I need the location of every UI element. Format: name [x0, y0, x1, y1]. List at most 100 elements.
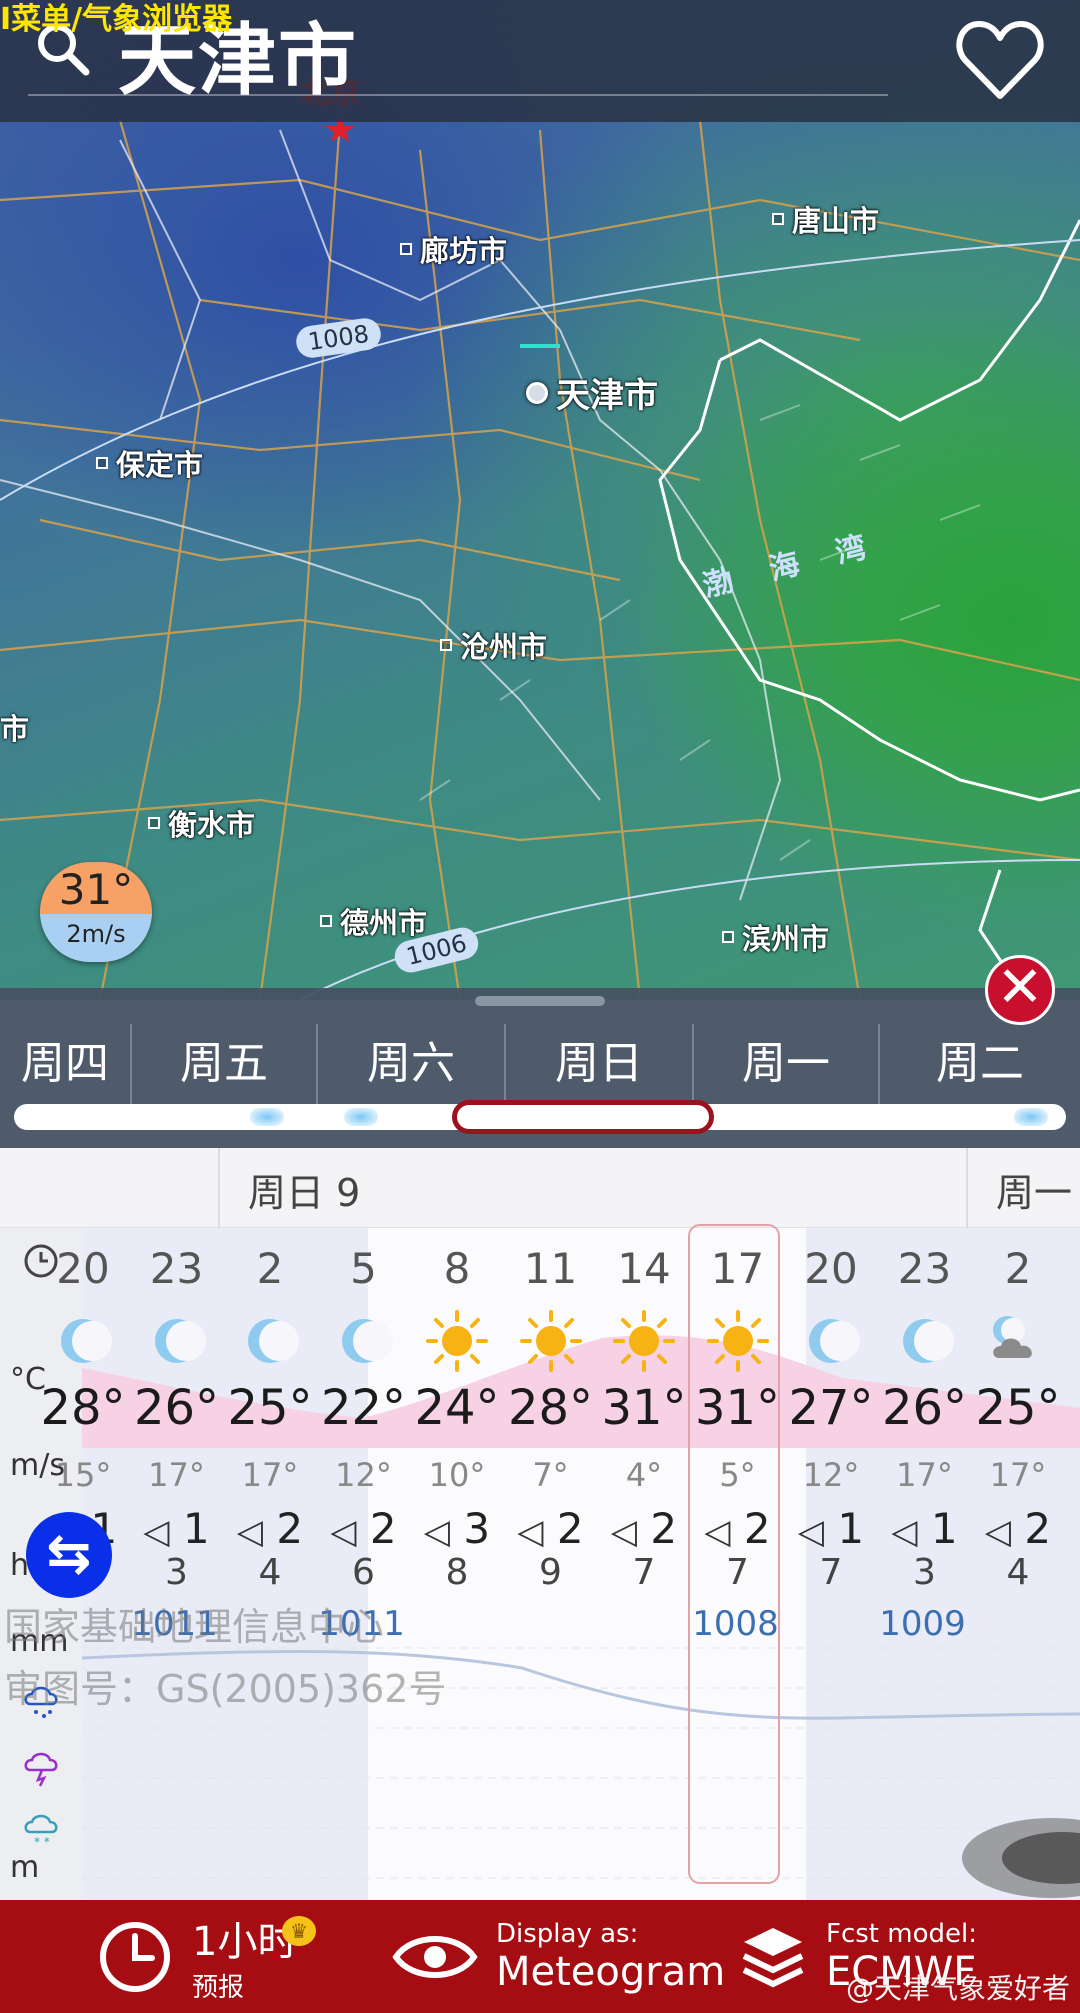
wind-gust-value: 6	[352, 1552, 375, 1593]
temp-bubble[interactable]: 31° 2m/s	[40, 862, 152, 962]
city-dezhou[interactable]: 德州市	[320, 900, 427, 942]
close-button[interactable]: ✕	[985, 955, 1055, 1025]
crown-icon: ♛	[282, 1916, 316, 1946]
hour-label: 23	[897, 1244, 952, 1293]
city-binzhou[interactable]: 滨州市	[722, 916, 829, 958]
day-separator	[218, 1148, 220, 1228]
day-tabs: 周四 周五 周六 周日 周一 周二	[0, 1024, 1080, 1104]
wind-gust-value: 9	[539, 1552, 562, 1593]
sun-icon	[504, 1308, 598, 1378]
wind-speed: ◁ 1	[797, 1504, 865, 1553]
city-hengshui[interactable]: 衡水市	[148, 802, 255, 844]
wind-speed: ◁ 2	[330, 1504, 397, 1553]
city-cangzhou[interactable]: 沧州市	[440, 624, 547, 666]
timeline-scroll-thumb[interactable]	[452, 1100, 714, 1134]
display-as-button[interactable]: Display as: Meteogram	[392, 1900, 725, 2013]
wind-gust-value: 7	[819, 1552, 843, 1593]
moon-icon	[223, 1308, 317, 1378]
city-tangshan[interactable]: 唐山市	[772, 198, 879, 240]
hour-label: 2	[256, 1244, 284, 1293]
location-pin-icon	[526, 381, 548, 404]
wind-gust-value: 3	[913, 1552, 936, 1593]
city-dot-icon	[722, 931, 734, 943]
city-dot-icon	[400, 243, 412, 255]
meteogram-day-header: 周日 9 周一	[0, 1148, 1080, 1228]
city-dot-icon	[772, 213, 784, 225]
city-label: 天津市	[556, 376, 658, 416]
timeline-marker	[344, 1108, 378, 1126]
temperature-value: 28°	[507, 1380, 594, 1436]
sun-icon	[597, 1308, 691, 1378]
wind-gust-value: 7	[632, 1552, 656, 1593]
feels-like-value: 17°	[148, 1456, 205, 1494]
hour-label: 20	[804, 1244, 858, 1293]
precip-grid	[82, 1777, 1080, 1898]
interval-button[interactable]: 1小时 预报	[96, 1900, 297, 2013]
wind-gust-value: 4	[1006, 1552, 1030, 1593]
bottom-toolbar: 1小时 预报 ♛ Display as: Meteogram Fcst mode…	[0, 1900, 1080, 2013]
tab-day[interactable]: 周五	[132, 1024, 318, 1104]
wind-speed: ◁ 2	[517, 1504, 584, 1553]
hour-label: 20	[56, 1244, 110, 1293]
snow-unit-label: m	[10, 1850, 40, 1885]
feels-like-value: 17°	[989, 1456, 1047, 1494]
wind-speed: ◁ 2	[984, 1504, 1052, 1553]
hour-label: 2	[1004, 1244, 1032, 1293]
tab-day[interactable]: 周一	[694, 1024, 880, 1104]
city-dot-icon	[96, 457, 108, 469]
temperature-value: 28°	[40, 1380, 126, 1436]
temperature-value: 31°	[601, 1380, 687, 1436]
feels-like-value: 15°	[54, 1456, 112, 1494]
hour-label: 8	[443, 1244, 471, 1293]
temperature-value: 25°	[227, 1380, 313, 1436]
selected-hour-highlight	[688, 1224, 780, 1884]
snow-cloud-icon: * *	[24, 1814, 58, 1849]
clock-icon	[100, 1921, 170, 1992]
map-credit: 国家基础地理信息中心	[4, 1605, 385, 1649]
city-left-edge[interactable]: 市	[0, 706, 29, 748]
temperature-value: 22°	[320, 1380, 407, 1436]
day-header: 周一	[996, 1171, 1073, 1215]
moon-icon	[36, 1308, 130, 1378]
hour-label: 11	[523, 1244, 578, 1293]
hour-label: 14	[617, 1244, 671, 1293]
sun-icon	[410, 1308, 504, 1378]
tab-day[interactable]: 周二	[880, 1024, 1080, 1104]
wind-speed: ◁ 1	[891, 1504, 958, 1553]
hour-label: 5	[350, 1244, 377, 1293]
wind-speed: ◁ 1	[143, 1504, 210, 1553]
temperature-value: 27°	[788, 1380, 874, 1436]
weather-map[interactable]: 北京 廊坊市 唐山市 天津市 保定市 沧州市 衡水市 德州市 滨州市 市 渤 海…	[0, 0, 1080, 1000]
feels-like-value: 10°	[428, 1456, 486, 1494]
feels-like-value: 12°	[335, 1456, 392, 1494]
layers-icon	[742, 1927, 804, 1987]
city-baoding[interactable]: 保定市	[96, 442, 203, 484]
favorite-heart-icon[interactable]	[955, 18, 1045, 102]
tab-day[interactable]: 周日	[506, 1024, 694, 1104]
wind-gust-value: 4	[258, 1552, 282, 1593]
swap-icon[interactable]: ⇆	[26, 1512, 112, 1598]
city-dot-icon	[320, 915, 332, 927]
moon-icon	[130, 1308, 224, 1378]
feels-like-value: 17°	[241, 1456, 299, 1494]
display-label: Display as:	[496, 1918, 639, 1949]
city-tianjin[interactable]: 天津市	[526, 368, 658, 417]
feels-like-value: 4°	[625, 1456, 663, 1494]
feels-like-value: 17°	[896, 1456, 953, 1494]
meteogram[interactable]: 周日 9 周一 °C m/s hPa mm * * m 2028°15°↖ 13…	[0, 1148, 1080, 1900]
city-langfang[interactable]: 廊坊市	[400, 228, 507, 270]
city-dot-icon	[440, 639, 452, 651]
tab-day[interactable]: 周六	[318, 1024, 506, 1104]
drag-handle[interactable]	[475, 996, 605, 1006]
moon-cloud-icon	[971, 1308, 1065, 1378]
wind-speed: ◁ 3	[423, 1504, 491, 1553]
day-selector[interactable]: 周四 周五 周六 周日 周一 周二	[0, 988, 1080, 1148]
temperature-value: 26°	[881, 1380, 968, 1436]
tab-day[interactable]: 周四	[0, 1024, 132, 1104]
wind-speed: ◁ 2	[236, 1504, 304, 1553]
timeline-marker	[1014, 1108, 1048, 1126]
day-separator	[966, 1148, 968, 1228]
city-label: 唐山市	[792, 204, 880, 238]
timeline-marker	[250, 1108, 284, 1126]
moon-icon	[317, 1308, 411, 1378]
